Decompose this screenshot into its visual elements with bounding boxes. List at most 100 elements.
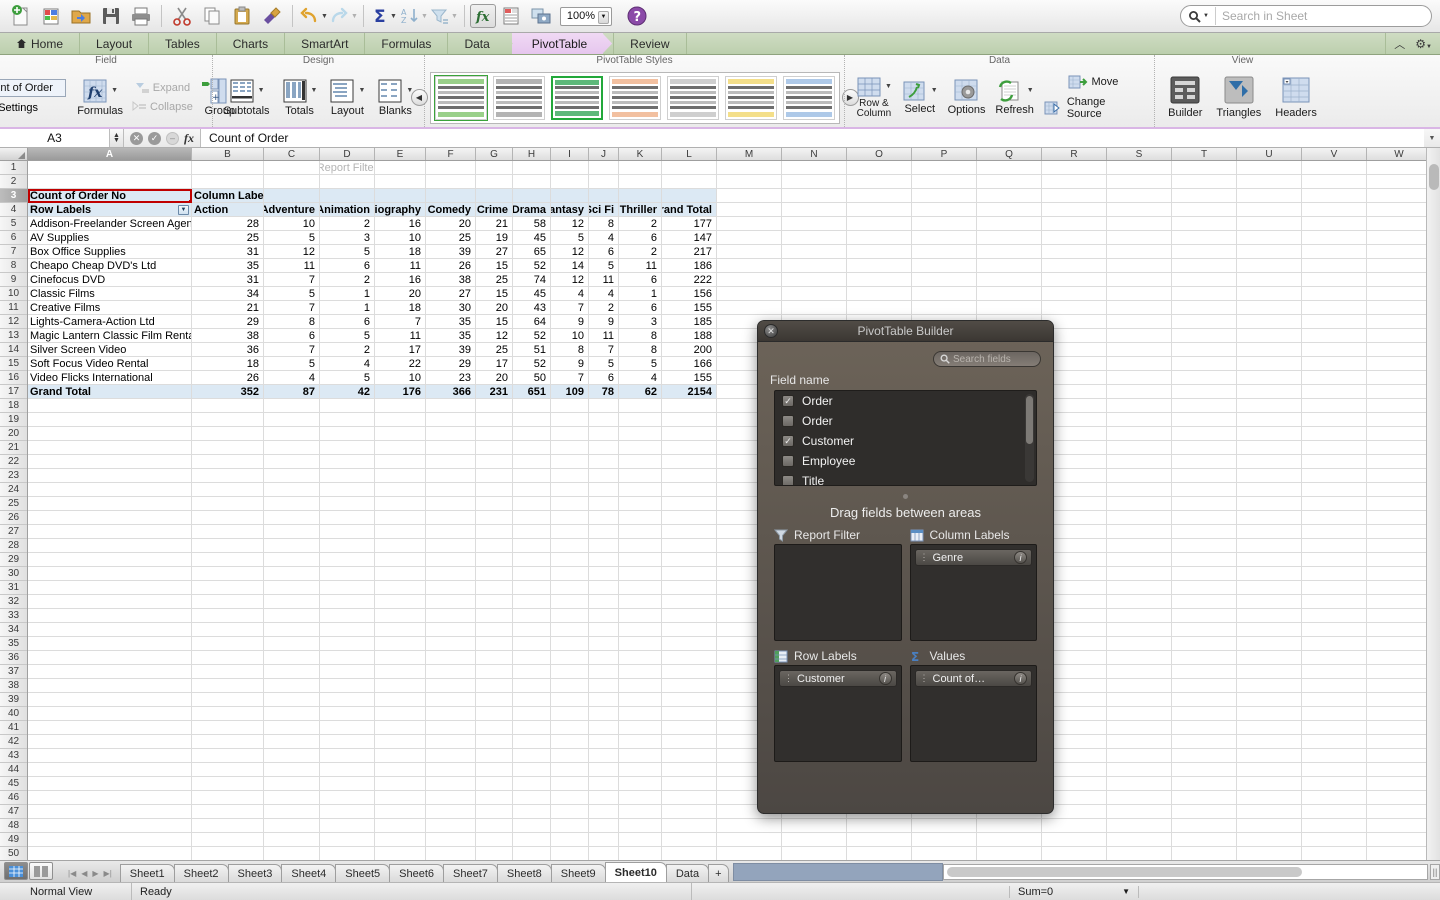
cell-E31[interactable] [375, 581, 426, 595]
row-header-48[interactable]: 48 [0, 819, 27, 833]
collapse-ribbon-icon[interactable]: ︿ [1394, 36, 1405, 52]
cell-W12[interactable] [1367, 315, 1432, 329]
cell-W34[interactable] [1367, 623, 1432, 637]
cell-P10[interactable] [912, 287, 977, 301]
cell-V33[interactable] [1302, 609, 1367, 623]
cell-L29[interactable] [662, 553, 717, 567]
sheet-tab-sheet6[interactable]: Sheet6 [389, 864, 445, 882]
pivot-column-header-10[interactable]: Grand Total [662, 203, 717, 217]
cell-S13[interactable] [1107, 329, 1172, 343]
cell-R5[interactable] [1042, 217, 1107, 231]
cell-J2[interactable] [589, 175, 619, 189]
cell-W33[interactable] [1367, 609, 1432, 623]
cell-Q49[interactable] [977, 833, 1042, 847]
cell-A25[interactable] [28, 497, 192, 511]
cell-W18[interactable] [1367, 399, 1432, 413]
column-header-F[interactable]: F [426, 148, 476, 160]
cell-G32[interactable] [476, 595, 513, 609]
cell-H39[interactable] [513, 693, 551, 707]
cell-C35[interactable] [264, 637, 320, 651]
cell-G25[interactable] [476, 497, 513, 511]
cell-F36[interactable] [426, 651, 476, 665]
help-icon[interactable]: ? [622, 2, 652, 30]
cell-E48[interactable] [375, 819, 426, 833]
cell-S9[interactable] [1107, 273, 1172, 287]
cell-K1[interactable] [619, 161, 662, 175]
cell-D26[interactable] [320, 511, 375, 525]
cell-K21[interactable] [619, 441, 662, 455]
cell-W11[interactable] [1367, 301, 1432, 315]
cell-V37[interactable] [1302, 665, 1367, 679]
cell-W26[interactable] [1367, 511, 1432, 525]
pivot-row-label-8[interactable]: Magic Lantern Classic Film Rental [28, 329, 192, 343]
cell-R8[interactable] [1042, 259, 1107, 273]
pivot-cell-0-2[interactable]: 2 [320, 217, 375, 231]
sheet-tab-sheet8[interactable]: Sheet8 [496, 864, 552, 882]
cell-E42[interactable] [375, 735, 426, 749]
cell-F3[interactable] [426, 189, 476, 203]
pivot-column-header-2[interactable]: Animation [320, 203, 375, 217]
cell-A45[interactable] [28, 777, 192, 791]
pivot-cell-10-5[interactable]: 17 [476, 357, 513, 371]
pivot-cell-8-1[interactable]: 6 [264, 329, 320, 343]
pivot-title-cell[interactable]: Count of Order No [28, 189, 192, 203]
cell-R4[interactable] [1042, 203, 1107, 217]
cell-B1[interactable] [192, 161, 264, 175]
pivot-cell-3-10[interactable]: 186 [662, 259, 717, 273]
row-header-43[interactable]: 43 [0, 749, 27, 763]
cell-L34[interactable] [662, 623, 717, 637]
row-header-4[interactable]: 4 [0, 203, 27, 217]
cell-H18[interactable] [513, 399, 551, 413]
row-header-45[interactable]: 45 [0, 777, 27, 791]
pivot-cell-3-6[interactable]: 52 [513, 259, 551, 273]
cell-U12[interactable] [1237, 315, 1302, 329]
cell-T22[interactable] [1172, 455, 1237, 469]
cell-A36[interactable] [28, 651, 192, 665]
cell-J31[interactable] [589, 581, 619, 595]
tab-pivottable[interactable]: PivotTable [511, 33, 604, 54]
cell-U24[interactable] [1237, 483, 1302, 497]
cell-K18[interactable] [619, 399, 662, 413]
cell-S19[interactable] [1107, 413, 1172, 427]
cell-G35[interactable] [476, 637, 513, 651]
pivot-row-label-3[interactable]: Cheapo Cheap DVD's Ltd [28, 259, 192, 273]
formulas-button[interactable]: fx ▼ Formulas [74, 78, 126, 117]
cell-L49[interactable] [662, 833, 717, 847]
cell-D44[interactable] [320, 763, 375, 777]
pivot-cell-8-9[interactable]: 8 [619, 329, 662, 343]
pivot-cell-6-10[interactable]: 155 [662, 301, 717, 315]
pivot-cell-5-3[interactable]: 20 [375, 287, 426, 301]
cell-U33[interactable] [1237, 609, 1302, 623]
area-row-labels[interactable]: Row Labels ⋮ Customer i [774, 647, 902, 762]
cell-Q9[interactable] [977, 273, 1042, 287]
cell-B47[interactable] [192, 805, 264, 819]
cell-D19[interactable] [320, 413, 375, 427]
cell-W32[interactable] [1367, 595, 1432, 609]
cell-B2[interactable] [192, 175, 264, 189]
cell-G34[interactable] [476, 623, 513, 637]
row-header-28[interactable]: 28 [0, 539, 27, 553]
cell-I49[interactable] [551, 833, 589, 847]
cell-V10[interactable] [1302, 287, 1367, 301]
cell-L44[interactable] [662, 763, 717, 777]
cell-V49[interactable] [1302, 833, 1367, 847]
cell-W39[interactable] [1367, 693, 1432, 707]
cell-H1[interactable] [513, 161, 551, 175]
cell-J41[interactable] [589, 721, 619, 735]
cell-E29[interactable] [375, 553, 426, 567]
scroll-grip-icon[interactable]: || [1430, 864, 1440, 880]
cell-G30[interactable] [476, 567, 513, 581]
cell-G36[interactable] [476, 651, 513, 665]
cell-F41[interactable] [426, 721, 476, 735]
cell-C46[interactable] [264, 791, 320, 805]
column-header-T[interactable]: T [1172, 148, 1237, 160]
cell-D25[interactable] [320, 497, 375, 511]
cell-W37[interactable] [1367, 665, 1432, 679]
cell-S4[interactable] [1107, 203, 1172, 217]
cell-C50[interactable] [264, 847, 320, 860]
cell-J35[interactable] [589, 637, 619, 651]
grand-total-label-cell[interactable]: Grand Total [28, 385, 192, 399]
cell-H41[interactable] [513, 721, 551, 735]
cell-A34[interactable] [28, 623, 192, 637]
cell-L48[interactable] [662, 819, 717, 833]
